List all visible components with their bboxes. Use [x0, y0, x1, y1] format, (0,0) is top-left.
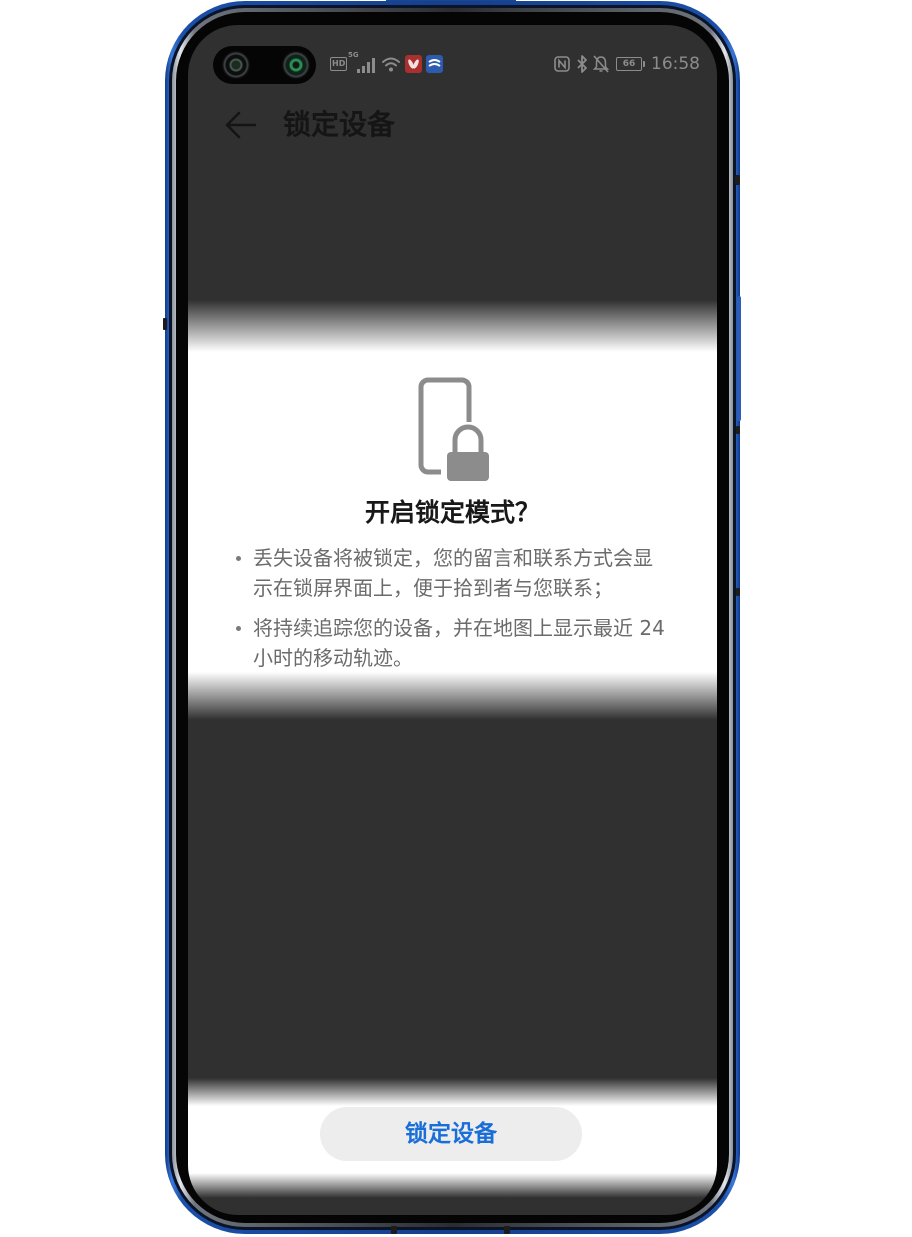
hd-badge: HD [330, 57, 348, 71]
battery-icon: 66 [616, 57, 642, 71]
dialog-bullet-list: 丢失设备将被锁定，您的留言和联系方式会显示在锁屏界面上，便于拾到者与您联系； 将… [236, 543, 668, 683]
bullet-item-lock: 丢失设备将被锁定，您的留言和联系方式会显示在锁屏界面上，便于拾到者与您联系； [236, 543, 668, 603]
bullet-text: 将持续追踪您的设备，并在地图上显示最近 24 小时的移动轨迹。 [253, 616, 665, 670]
side-notch [736, 426, 740, 434]
battery-level: 66 [622, 59, 636, 69]
device-screen: HD 5G 66 16:58 锁定设备 开启锁定模式？ 丢失设备将被锁定，您的留… [188, 25, 717, 1215]
power-key-notch [736, 588, 740, 596]
bullet-text: 丢失设备将被锁定，您的留言和联系方式会显示在锁屏界面上，便于拾到者与您联系； [253, 546, 653, 600]
bullet-item-tracking: 将持续追踪您的设备，并在地图上显示最近 24 小时的移动轨迹。 [236, 613, 668, 673]
back-arrow-icon [225, 111, 257, 139]
dialog-title: 开启锁定模式？ [364, 498, 540, 527]
lock-device-button[interactable]: 锁定设备 [320, 1107, 582, 1161]
bell-off-icon [593, 55, 609, 73]
bottom-notch-right [504, 1226, 510, 1234]
huawei-app-icon [405, 55, 422, 73]
wifi-icon [382, 57, 400, 72]
status-time: 16:58 [651, 54, 700, 74]
signal-icon [357, 58, 375, 73]
bluetooth-icon [577, 55, 587, 73]
front-camera-icon [222, 51, 250, 79]
lock-mode-dialog: 开启锁定模式？ 丢失设备将被锁定，您的留言和联系方式会显示在锁屏界面上，便于拾到… [188, 300, 717, 720]
left-side-notch [163, 318, 167, 330]
bullet-dot [236, 556, 241, 561]
camera-cutout [213, 46, 316, 84]
bullet-dot [236, 626, 241, 631]
page-title: 锁定设备 [283, 108, 396, 141]
phone-lock-icon [418, 377, 497, 488]
side-sensor [735, 175, 740, 185]
back-button[interactable] [225, 110, 257, 140]
bottom-notch-left [391, 1226, 397, 1234]
volume-key [737, 296, 741, 421]
depth-camera-icon [282, 51, 310, 79]
nfc-icon [554, 56, 570, 72]
action-bar: 锁定设备 [188, 1078, 717, 1198]
battery-tip [643, 61, 645, 67]
app-notification-icon [426, 55, 443, 73]
